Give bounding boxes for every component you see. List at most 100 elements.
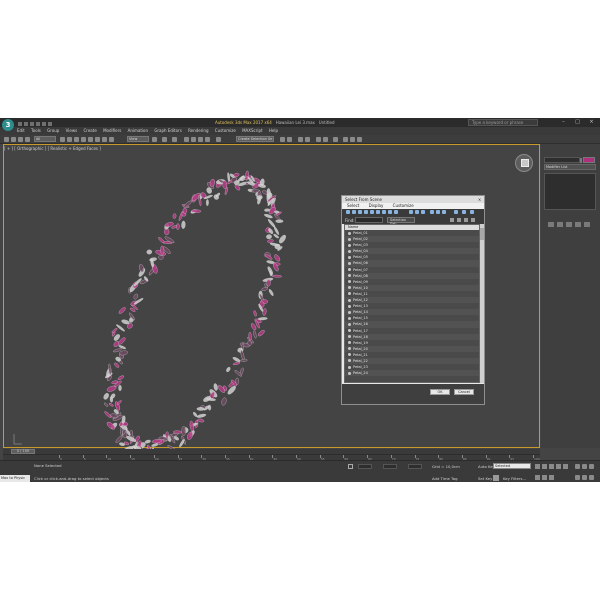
list-scrollbar[interactable] — [480, 224, 484, 383]
maximize-icon[interactable]: □ — [574, 119, 581, 125]
ok-button[interactable]: OK — [430, 389, 450, 395]
unlink-icon[interactable] — [25, 137, 30, 142]
make-unique-icon[interactable] — [566, 222, 572, 227]
layer-explorer-icon[interactable] — [305, 137, 310, 142]
lei-petal[interactable] — [257, 329, 265, 337]
lei-petal[interactable] — [261, 287, 268, 292]
lei-petal[interactable] — [115, 435, 123, 444]
lei-petal[interactable] — [268, 289, 274, 297]
selection-filter-dropdown[interactable]: All — [34, 136, 56, 142]
lei-petal[interactable] — [206, 199, 209, 206]
dialog-menu-display[interactable]: Display — [369, 203, 384, 208]
lei-petal[interactable] — [192, 411, 198, 417]
list-scrollbar-thumb[interactable] — [480, 228, 484, 240]
dialog-close-icon[interactable]: × — [477, 197, 482, 202]
lei-petal[interactable] — [209, 179, 215, 187]
align-icon[interactable] — [287, 137, 292, 142]
scene-object-list[interactable]: Name Petal_01 Petal_02 Petal_03 Petal_04 Pet… — [344, 224, 480, 383]
display-helpers-icon[interactable] — [370, 210, 374, 214]
lei-petal[interactable] — [258, 183, 266, 188]
viewcube-face[interactable] — [521, 159, 529, 167]
lei-petal[interactable] — [172, 213, 177, 219]
key-mode-dropdown[interactable]: Selected — [493, 463, 531, 469]
display-bones-icon[interactable] — [394, 210, 398, 214]
redo-icon[interactable] — [42, 122, 46, 126]
open-file-icon[interactable] — [24, 122, 28, 126]
lei-petal[interactable] — [103, 402, 109, 407]
close-icon[interactable]: × — [588, 119, 595, 125]
find-option-icon[interactable] — [450, 218, 454, 222]
lei-petal[interactable] — [197, 418, 205, 423]
modifier-stack[interactable] — [544, 173, 596, 210]
lei-petal[interactable] — [146, 249, 153, 255]
display-groups-icon[interactable] — [382, 210, 386, 214]
menu-tools[interactable]: Tools — [31, 128, 41, 133]
lei-petal[interactable] — [149, 257, 157, 262]
display-cameras-icon[interactable] — [364, 210, 368, 214]
case-sensitive-icon[interactable] — [457, 218, 461, 222]
lei-petal[interactable] — [213, 383, 218, 391]
configure-modifier-sets-icon[interactable] — [584, 222, 590, 227]
menu-rendering[interactable]: Rendering — [188, 128, 208, 133]
render-production-icon[interactable] — [357, 137, 362, 142]
lei-petal[interactable] — [253, 330, 257, 339]
lei-petal[interactable] — [267, 239, 274, 243]
lei-petal[interactable] — [176, 223, 180, 230]
rendered-frame-window-icon[interactable] — [350, 137, 355, 142]
previous-frame-icon[interactable] — [542, 464, 547, 469]
regex-icon[interactable] — [471, 218, 475, 222]
keyboard-shortcut-icon[interactable] — [172, 137, 177, 142]
menu-edit[interactable]: Edit — [17, 128, 25, 133]
current-frame-field[interactable] — [542, 475, 547, 480]
find-input[interactable] — [355, 217, 383, 223]
lei-petal[interactable] — [253, 310, 257, 317]
snaps-toggle-icon[interactable] — [184, 137, 189, 142]
new-file-icon[interactable] — [18, 122, 22, 126]
key-mode-toggle-icon[interactable] — [535, 475, 540, 480]
lei-petal[interactable] — [266, 234, 272, 240]
lei-petal[interactable] — [144, 439, 151, 444]
lei-petal[interactable] — [271, 274, 282, 278]
lei-petal[interactable] — [226, 385, 237, 396]
x-coordinate-field[interactable] — [358, 464, 372, 469]
menu-maxscript[interactable]: MAXScript — [242, 128, 263, 133]
select-and-place-icon[interactable] — [109, 137, 114, 142]
edit-named-selection-icon[interactable] — [216, 137, 221, 142]
select-invert-icon[interactable] — [421, 210, 425, 214]
scene-explorer-icon[interactable] — [298, 137, 303, 142]
viewport-label[interactable]: [ + ] [ Orthographic ] [ Realistic + Edg… — [4, 146, 101, 151]
menu-modifiers[interactable]: Modifiers — [103, 128, 121, 133]
window-crossing-icon[interactable] — [81, 137, 86, 142]
zoom-all-icon[interactable] — [582, 464, 587, 469]
sort-by-hierarchy-icon[interactable] — [430, 210, 434, 214]
named-selection-sets-dropdown[interactable]: Create Selection Se — [236, 136, 274, 142]
object-color-swatch[interactable] — [583, 157, 595, 163]
angle-snap-icon[interactable] — [191, 137, 196, 142]
display-lights-icon[interactable] — [358, 210, 362, 214]
modifier-list-dropdown[interactable]: Modifier List — [544, 164, 596, 170]
lei-petal[interactable] — [181, 220, 186, 229]
selection-set-dropdown[interactable]: Selection Set: — [387, 217, 415, 226]
display-xrefs-icon[interactable] — [388, 210, 392, 214]
menu-group[interactable]: Group — [47, 128, 59, 133]
select-manipulate-icon[interactable] — [162, 137, 167, 142]
lei-petal[interactable] — [266, 279, 271, 287]
show-end-result-icon[interactable] — [557, 222, 563, 227]
lei-petal[interactable] — [151, 443, 159, 447]
lei-petal[interactable] — [118, 306, 126, 314]
maxscript-listener[interactable]: Max to Physic — [0, 475, 30, 482]
search-input[interactable]: Type a keyword or phrase — [468, 119, 538, 126]
app-logo-icon[interactable]: 3 — [2, 119, 14, 131]
lei-petal[interactable] — [117, 375, 125, 381]
lei-petal[interactable] — [189, 420, 195, 432]
pivot-center-icon[interactable] — [152, 137, 157, 142]
undo-tool-icon[interactable] — [4, 137, 9, 142]
menu-help[interactable]: Help — [269, 128, 278, 133]
maximize-viewport-icon[interactable] — [589, 475, 594, 480]
lei-petal[interactable] — [232, 356, 241, 362]
rectangular-selection-icon[interactable] — [74, 137, 79, 142]
go-to-start-icon[interactable] — [535, 464, 540, 469]
select-all-icon[interactable] — [409, 210, 413, 214]
lei-petal[interactable] — [118, 384, 122, 392]
time-configuration-icon[interactable] — [549, 475, 554, 480]
